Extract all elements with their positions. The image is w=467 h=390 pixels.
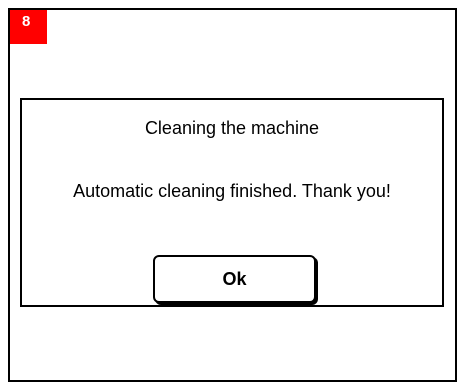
dialog-message: Automatic cleaning finished. Thank you! [73, 181, 391, 201]
step-number-badge: 8 [10, 10, 47, 44]
dialog-title: Cleaning the machine [144, 118, 320, 138]
cleaning-dialog: Cleaning the machine Automatic cleaning … [20, 98, 444, 307]
ok-button[interactable]: Ok [153, 255, 316, 303]
